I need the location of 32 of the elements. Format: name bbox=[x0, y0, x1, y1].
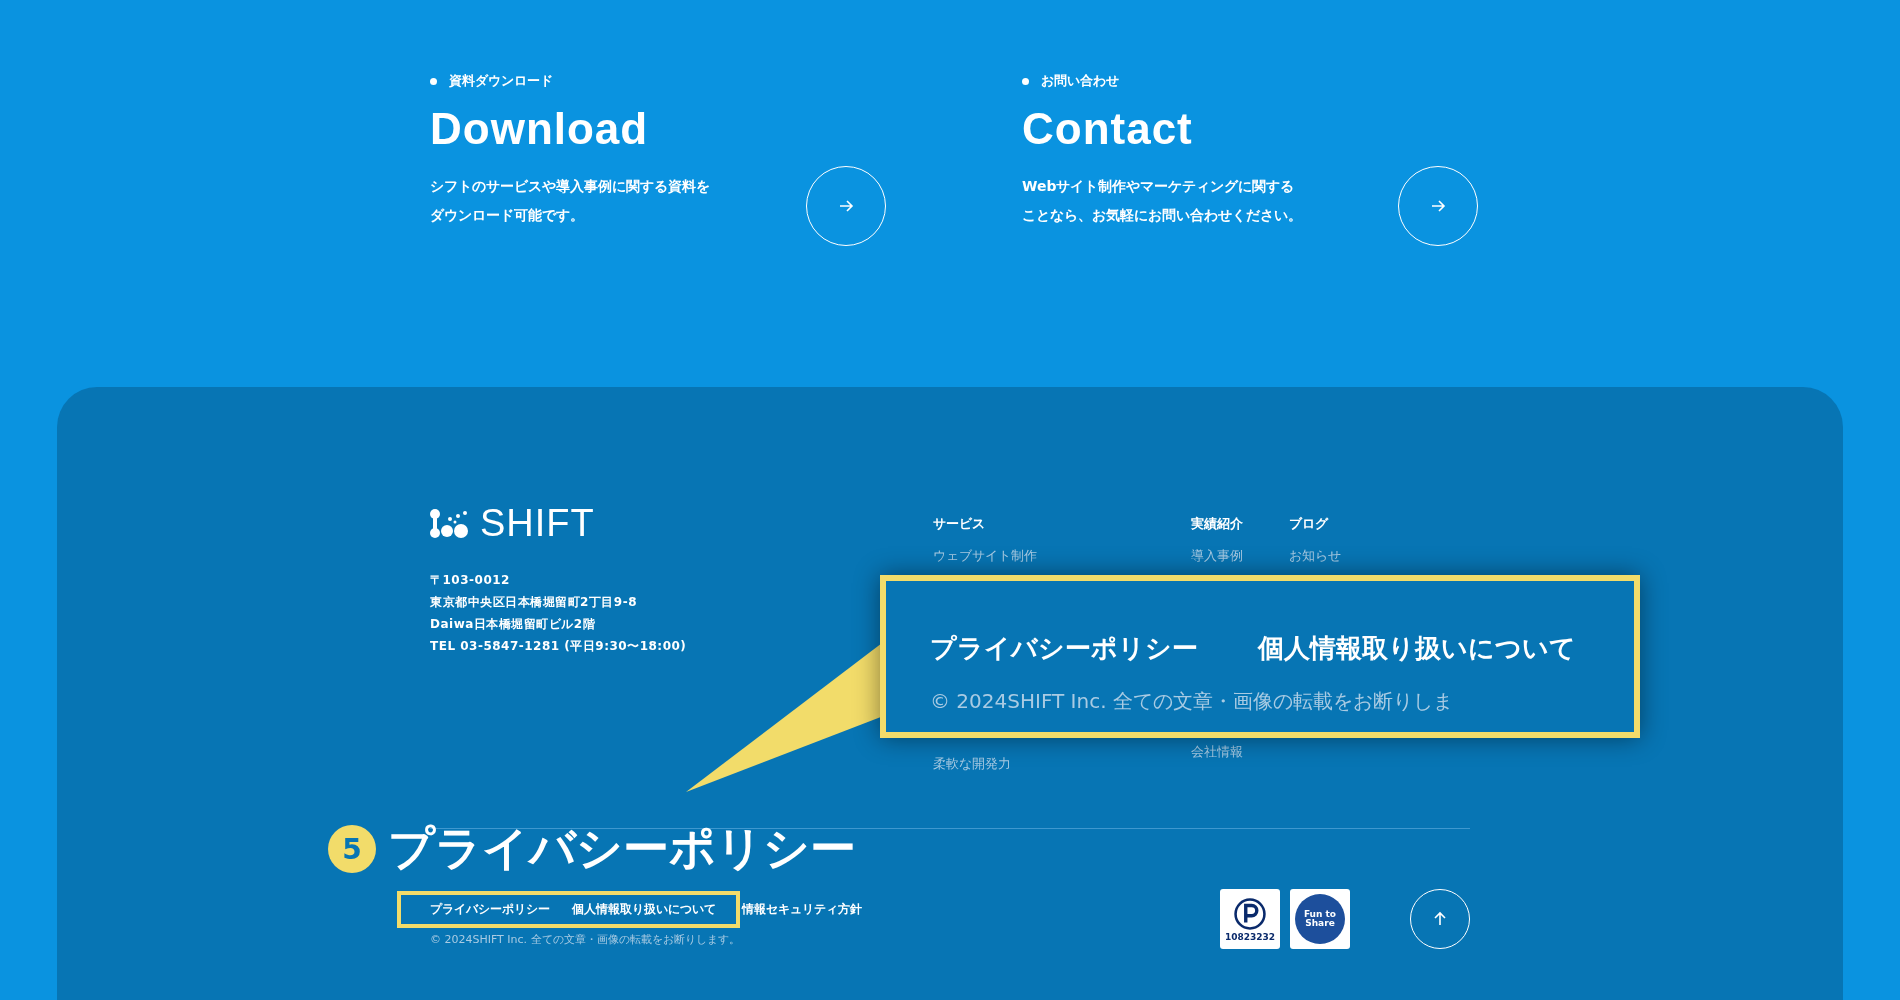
nav-link[interactable]: ウェブサイト制作 bbox=[933, 547, 1191, 565]
address-line: 〒103-0012 bbox=[430, 572, 511, 589]
nav-link[interactable]: 導入事例 bbox=[1191, 547, 1289, 565]
legal-link[interactable]: 個人情報取り扱いについて bbox=[572, 901, 716, 918]
badge-caption: Fun to Share bbox=[1303, 909, 1337, 929]
arrow-up-icon bbox=[1432, 911, 1448, 927]
section-eyebrow: 資料ダウンロード bbox=[430, 72, 886, 90]
address-line: 東京都中央区日本橋堀留町2丁目9-8 bbox=[430, 594, 639, 611]
nav-link[interactable]: 会社情報 bbox=[1191, 743, 1289, 761]
privacy-mark-icon bbox=[1233, 896, 1267, 931]
section-description: シフトのサービスや導入事例に関する資料をダウンロード可能です。 bbox=[430, 177, 711, 225]
copyright: © 2024SHIFT Inc. 全ての文章・画像の転載をお断りします。 bbox=[430, 932, 741, 947]
step-title: プライバシーポリシー bbox=[388, 820, 856, 877]
nav-heading: サービス bbox=[933, 515, 986, 533]
badge-caption: 10823232 bbox=[1224, 932, 1276, 942]
legal-link[interactable]: 情報セキュリティ方針 bbox=[742, 901, 862, 918]
nav-heading: 実績紹介 bbox=[1191, 515, 1244, 533]
section-eyebrow: お問い合わせ bbox=[1022, 72, 1478, 90]
nav-link[interactable]: お知らせ bbox=[1289, 547, 1409, 565]
zoomed-copyright: © 2024SHIFT Inc. 全ての文章・画像の転載をお断りしま bbox=[930, 688, 1454, 715]
logo-icon bbox=[430, 508, 470, 539]
section-description: Webサイト制作やマーケティングに関することなら、お気軽にお問い合わせください。 bbox=[1022, 177, 1303, 225]
nav-link[interactable]: 柔軟な開発力 bbox=[933, 755, 1191, 773]
address-line: Daiwa日本橋堀留町ビル2階 bbox=[430, 616, 597, 633]
logo-text: SHIFT bbox=[480, 502, 595, 545]
nav-heading: ブログ bbox=[1289, 515, 1330, 533]
arrow-right-icon bbox=[838, 198, 854, 214]
address-line: TEL 03-5847-1281 (平日9:30〜18:00) bbox=[430, 638, 688, 655]
section-title: Contact bbox=[1022, 104, 1194, 154]
arrow-right-icon bbox=[1430, 198, 1446, 214]
legal-link[interactable]: プライバシーポリシー bbox=[430, 901, 550, 918]
section-title: Download bbox=[430, 104, 650, 154]
